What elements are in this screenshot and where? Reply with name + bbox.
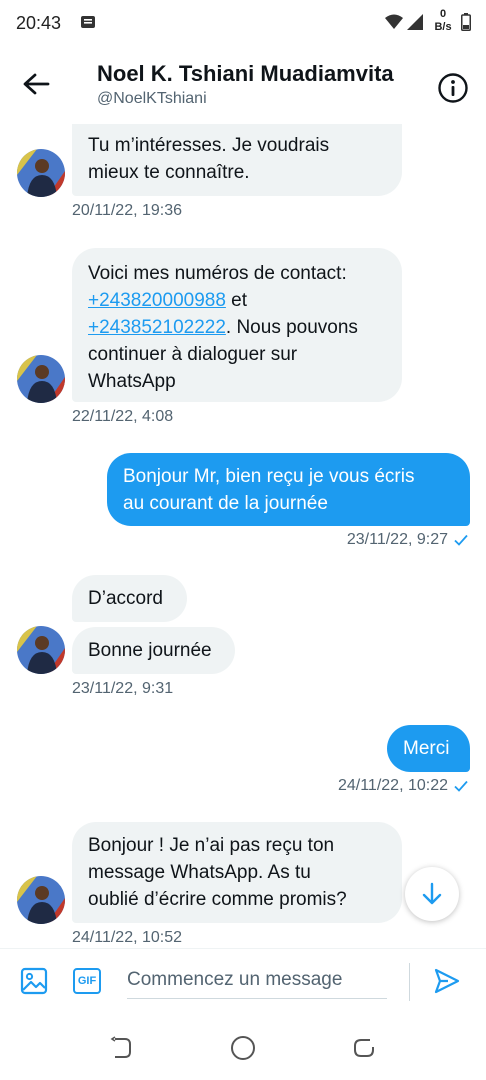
message-composer: GIF bbox=[0, 948, 486, 1012]
message-bubble-incoming[interactable]: Tu m’intéresses. Je voudrais mieux te co… bbox=[72, 124, 402, 196]
avatar[interactable] bbox=[17, 149, 65, 197]
scroll-to-bottom-button[interactable] bbox=[405, 867, 459, 921]
phone-link[interactable]: +243852102222 bbox=[88, 317, 226, 338]
avatar[interactable] bbox=[17, 876, 65, 924]
contact-name[interactable]: Noel K. Tshiani Muadiamvita bbox=[97, 61, 394, 87]
phone-link[interactable]: +243820000988 bbox=[88, 290, 226, 311]
status-time: 20:43 bbox=[16, 13, 62, 33]
send-button[interactable] bbox=[433, 967, 461, 1000]
message-bubble-incoming[interactable]: Bonne journée bbox=[72, 627, 235, 674]
read-check-icon bbox=[454, 533, 468, 551]
notification-icon bbox=[80, 15, 96, 34]
nav-home-button[interactable] bbox=[230, 1035, 256, 1066]
status-bar: 20:43 0 B/s bbox=[0, 0, 486, 48]
message-timestamp: 24/11/22, 10:52 bbox=[72, 929, 183, 946]
nav-home-icon bbox=[230, 1036, 256, 1065]
back-button[interactable] bbox=[22, 72, 54, 100]
nav-back-icon bbox=[109, 1036, 133, 1064]
image-icon bbox=[20, 967, 48, 999]
message-bubble-incoming[interactable]: D’accord bbox=[72, 575, 187, 622]
message-bubble-incoming[interactable]: Voici mes numéros de contact: +243820000… bbox=[72, 248, 402, 402]
send-icon bbox=[433, 968, 461, 999]
gif-button[interactable]: GIF bbox=[73, 968, 101, 994]
message-timestamp: 24/11/22, 10:22 bbox=[338, 777, 468, 797]
signal-icon bbox=[406, 13, 424, 36]
nav-recent-button[interactable] bbox=[352, 1036, 376, 1065]
message-input[interactable] bbox=[127, 961, 387, 999]
nav-back-button[interactable] bbox=[109, 1036, 133, 1065]
composer-divider bbox=[409, 963, 410, 1001]
message-bubble-outgoing[interactable]: Merci bbox=[387, 725, 470, 772]
wifi-icon bbox=[384, 13, 404, 36]
system-navigation-bar bbox=[0, 1012, 486, 1080]
message-bubble-incoming[interactable]: Bonjour ! Je n’ai pas reçu ton message W… bbox=[72, 822, 402, 923]
network-speed: 0 B/s bbox=[434, 8, 452, 33]
message-timestamp: 20/11/22, 19:36 bbox=[72, 202, 183, 219]
info-circle-icon bbox=[437, 73, 469, 108]
conversation-header: Noel K. Tshiani Muadiamvita @NoelKTshian… bbox=[0, 48, 486, 124]
contact-handle: @NoelKTshiani bbox=[97, 90, 207, 107]
nav-recent-icon bbox=[352, 1039, 376, 1064]
read-check-icon bbox=[454, 779, 468, 797]
avatar[interactable] bbox=[17, 626, 65, 674]
message-timestamp: 23/11/22, 9:27 bbox=[347, 531, 468, 551]
avatar[interactable] bbox=[17, 355, 65, 403]
battery-icon bbox=[461, 13, 471, 36]
message-timestamp: 23/11/22, 9:31 bbox=[72, 680, 174, 697]
message-timestamp: 22/11/22, 4:08 bbox=[72, 408, 174, 425]
media-button[interactable] bbox=[20, 967, 48, 1000]
arrow-left-icon bbox=[22, 73, 50, 100]
conversation-info-button[interactable] bbox=[437, 72, 469, 104]
message-bubble-outgoing[interactable]: Bonjour Mr, bien reçu je vous écris au c… bbox=[107, 453, 470, 526]
message-list[interactable]: Tu m’intéresses. Je voudrais mieux te co… bbox=[0, 124, 486, 948]
